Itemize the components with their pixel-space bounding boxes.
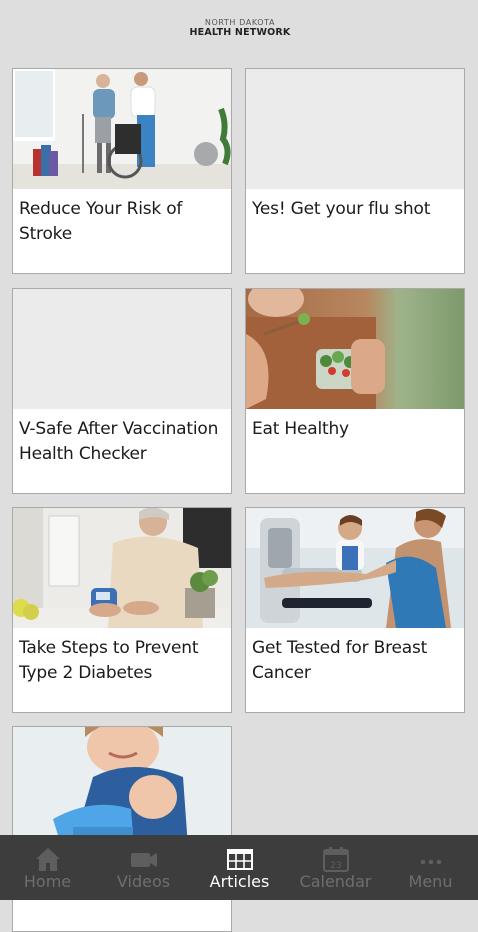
tab-menu[interactable]: Menu — [383, 835, 478, 900]
image-placeholder — [246, 69, 464, 189]
article-title: Reduce Your Risk of Stroke — [19, 199, 183, 244]
tab-home[interactable]: Home — [0, 835, 95, 900]
article-card[interactable]: Eat Healthy — [245, 288, 465, 494]
video-camera-icon — [131, 853, 157, 867]
articles-icon — [227, 849, 253, 870]
article-title: Get Tested for Breast Cancer — [252, 638, 428, 683]
app-header: NORTH DAKOTA HEALTH NETWORK — [0, 0, 478, 56]
article-title: V-Safe After Vaccination Health Checker — [19, 419, 219, 464]
image-placeholder — [13, 289, 231, 409]
article-card[interactable]: V-Safe After Vaccination Health Checker — [12, 288, 232, 494]
tab-calendar[interactable]: 23 Calendar — [288, 835, 383, 900]
bottom-tab-bar: Home Videos Articles 23 Calendar Menu — [0, 835, 478, 900]
article-card[interactable]: Take Steps to Prevent Type 2 Diabetes — [12, 507, 232, 713]
tab-label: Calendar — [299, 872, 372, 891]
glucose-test-photo — [13, 508, 231, 628]
tab-articles[interactable]: Articles — [192, 835, 287, 900]
logo-line-2: HEALTH NETWORK — [189, 27, 291, 38]
article-card[interactable]: Yes! Get your flu shot — [245, 68, 465, 274]
physical-therapy-photo — [13, 69, 231, 189]
tab-label: Home — [23, 872, 72, 891]
calendar-icon: 23 — [323, 847, 349, 872]
article-title: Eat Healthy — [252, 419, 349, 439]
article-card[interactable]: Get Tested for Breast Cancer — [245, 507, 465, 713]
tab-videos[interactable]: Videos — [96, 835, 191, 900]
svg-text:23: 23 — [330, 861, 341, 871]
child-vaccination-photo — [13, 727, 231, 847]
home-icon — [36, 848, 60, 871]
article-card[interactable]: Reduce Your Risk of Stroke — [12, 68, 232, 274]
article-card[interactable] — [12, 726, 232, 932]
more-dots-icon — [420, 859, 442, 865]
logo-line-1: NORTH DAKOTA — [204, 18, 276, 27]
salad-photo — [246, 289, 464, 409]
tab-label: Videos — [116, 872, 171, 891]
article-title: Yes! Get your flu shot — [252, 199, 431, 219]
article-title: Take Steps to Prevent Type 2 Diabetes — [19, 638, 199, 683]
mammogram-photo — [246, 508, 464, 628]
tab-label: Menu — [408, 872, 453, 891]
tab-label: Articles — [209, 872, 270, 891]
north-dakota-health-network-logo[interactable]: NORTH DAKOTA HEALTH NETWORK — [188, 19, 292, 38]
